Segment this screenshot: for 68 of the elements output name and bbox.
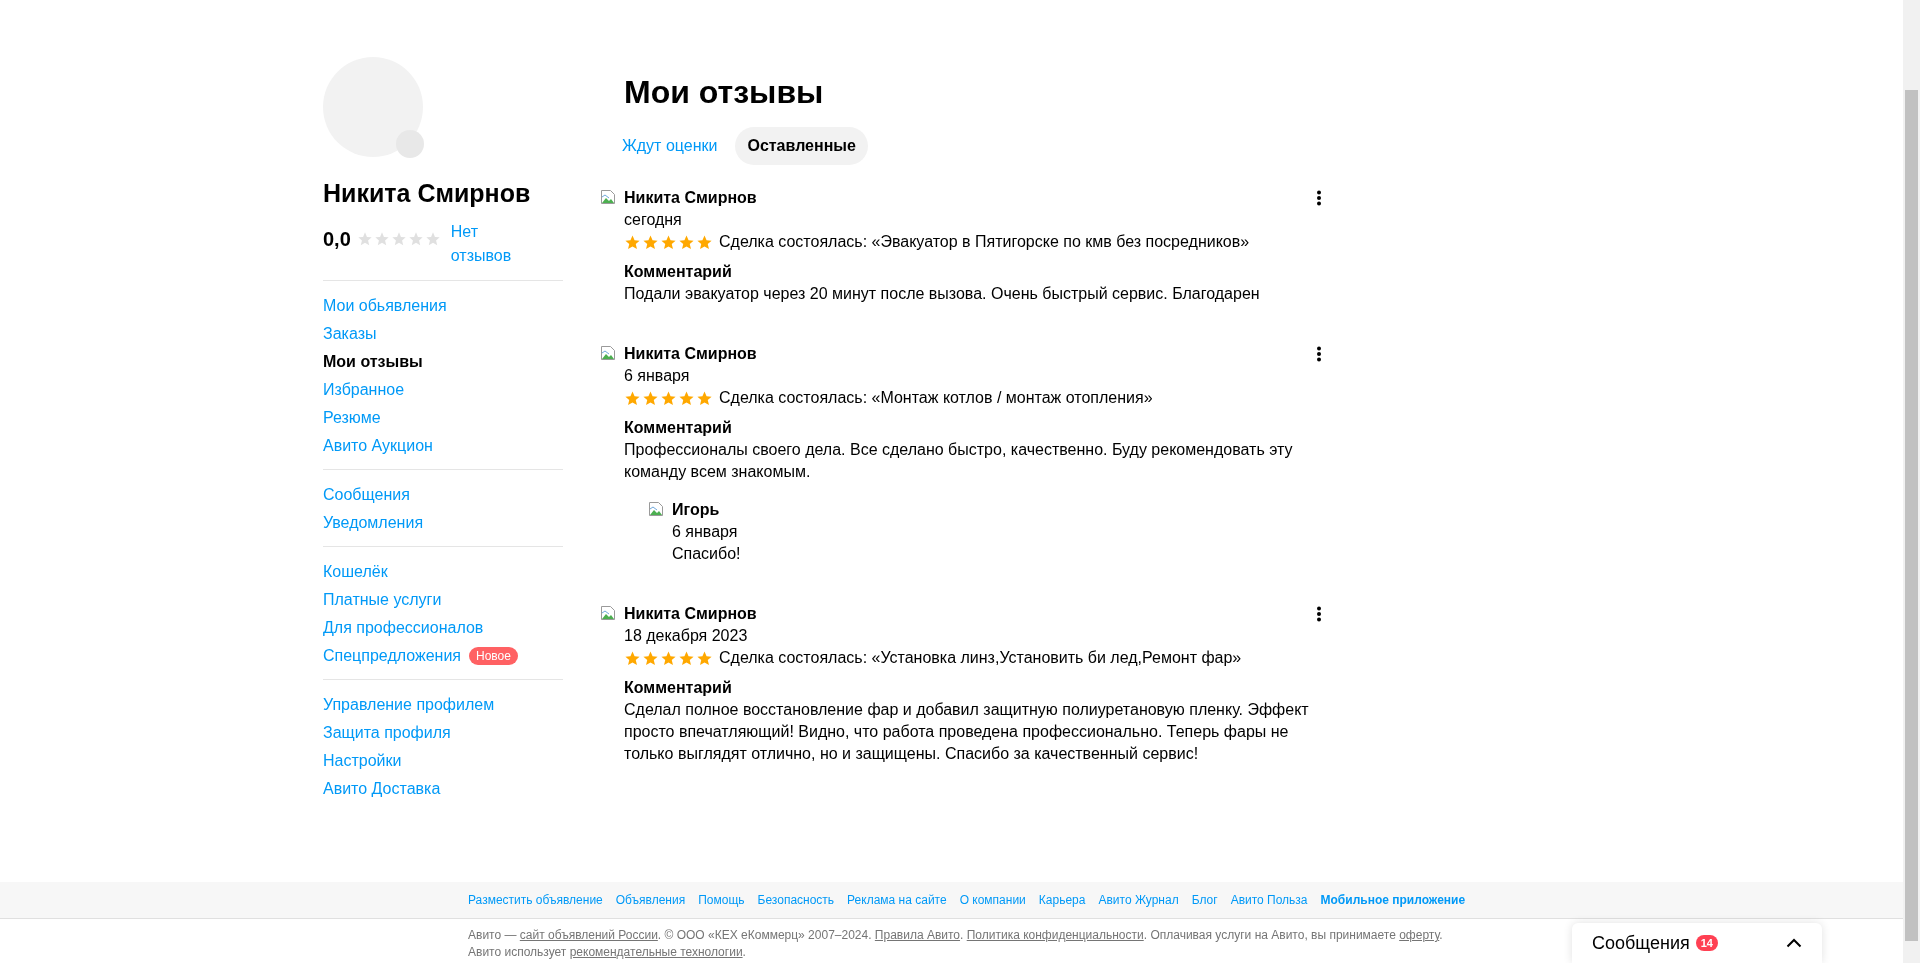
footer-link[interactable]: Авито Журнал	[1098, 893, 1179, 907]
deal-text: Сделка состоялась: «Монтаж котлов / монтаж отопления»	[719, 388, 1153, 408]
comment-text: Подали эвакуатор через 20 минут после вызова. Очень быстрый сервис. Благодарен	[624, 284, 1261, 304]
sidebar-item[interactable]: Управление профилем	[323, 694, 495, 716]
sidebar-item[interactable]: Сообщения	[323, 484, 410, 506]
tab[interactable]: Ждут оценки	[610, 127, 730, 165]
unread-count-badge: 14	[1695, 935, 1718, 951]
reply-author: Игорь	[672, 500, 721, 520]
footer-link[interactable]: Реклама на сайте	[847, 893, 947, 907]
sidebar-item[interactable]: Заказы	[323, 323, 377, 345]
comment-text: Профессионалы своего дела. Все сделано быстро, качественно. Буду рекомендовать эту команду всем знакомым.	[624, 440, 1294, 482]
comment-label: Комментарий	[624, 418, 733, 438]
footer-link[interactable]: Мобильное приложение	[1320, 893, 1466, 907]
legal-link[interactable]: рекомендательные технологии	[569, 945, 743, 959]
sidebar-item[interactable]: Избранное	[323, 379, 405, 401]
deal-text: Сделка состоялась: «Эвакуатор в Пятигорске по кмв без посредников»	[719, 232, 1250, 252]
sidebar-item[interactable]: Авито Доставка	[323, 778, 441, 800]
sidebar-item[interactable]: Мои отзывы	[323, 351, 423, 373]
sidebar-item[interactable]: Платные услуги	[323, 589, 442, 611]
footer-link[interactable]: Помощь	[698, 893, 745, 907]
review-date: сегодня	[624, 210, 683, 230]
reply-text: Спасибо!	[672, 544, 741, 564]
sidebar-item[interactable]: Для профессионалов	[323, 617, 484, 639]
sidebar-item[interactable]: Защита профиля	[323, 722, 451, 744]
copyright-text: Авито — сайт объявлений России. © ООО «КЕХ еКоммерц» 2007–2024. Правила Авито. Политика конфиденциальности. Оплачивая услуги на Авито, вы принимаете оферту. Авито использует рекомендательные технологии.	[468, 927, 1444, 961]
new-badge: Новое	[469, 647, 518, 665]
chevron-up-icon[interactable]	[1786, 938, 1802, 948]
review-author: Никита Смирнов	[624, 604, 757, 624]
sidebar-item[interactable]: Кошелёк	[323, 561, 388, 583]
comment-label: Комментарий	[624, 262, 733, 282]
broken-image-icon	[600, 605, 616, 621]
comment-label: Комментарий	[624, 678, 733, 698]
tab[interactable]: Оставленные	[735, 127, 868, 165]
messages-label: Сообщения	[1592, 932, 1690, 954]
broken-image-icon	[648, 501, 664, 517]
sidebar-item[interactable]: Мои обьявления	[323, 295, 447, 317]
footer-link[interactable]: Авито Польза	[1230, 893, 1308, 907]
comment-text: Сделал полное восстановление фар и добавил защитную полиуретановую пленку. Эффект просто впечатляющий! Видно, что работа проведена профессионально. Теперь фары не только выглядят отлично, но и защищены. Спасибо за качественный сервис!	[624, 700, 1310, 764]
footer-link[interactable]: Безопасность	[757, 893, 835, 907]
more-icon[interactable]	[1316, 346, 1322, 362]
sidebar-item[interactable]: Уведомления	[323, 512, 424, 534]
review-date: 6 января	[624, 366, 691, 386]
footer-link[interactable]: Разместить объявление	[468, 893, 603, 907]
more-icon[interactable]	[1316, 190, 1322, 206]
broken-image-icon	[600, 345, 616, 361]
scrollbar[interactable]	[1903, 0, 1920, 963]
sidebar-item[interactable]: Спецпредложения	[323, 645, 461, 667]
footer-link[interactable]: О компании	[959, 893, 1026, 907]
review-author: Никита Смирнов	[624, 344, 757, 364]
rating-value: 0,0	[323, 228, 351, 251]
messages-widget[interactable]: Сообщения 14	[1572, 923, 1822, 963]
sidebar-item[interactable]: Резюме	[323, 407, 381, 429]
more-icon[interactable]	[1316, 606, 1322, 622]
review-date: 18 декабря 2023	[624, 626, 749, 646]
broken-image-icon	[600, 189, 616, 205]
footer-link[interactable]: Карьера	[1038, 893, 1086, 907]
footer-link[interactable]: Блог	[1191, 893, 1218, 907]
page-title: Мои отзывы	[624, 73, 825, 111]
sidebar-item[interactable]: Авито Аукцион	[323, 435, 433, 457]
footer-link[interactable]: Объявления	[615, 893, 686, 907]
legal-link[interactable]: Политика конфиденциальности	[966, 928, 1144, 942]
profile-name: Никита Смирнов	[323, 179, 532, 208]
deal-text: Сделка состоялась: «Установка линз,Установить би лед,Ремонт фар»	[719, 648, 1242, 668]
reply-date: 6 января	[672, 522, 739, 542]
legal-link[interactable]: сайт объявлений России	[519, 928, 658, 942]
no-reviews-link[interactable]: Нет отзывов	[450, 220, 521, 268]
review-author: Никита Смирнов	[624, 188, 757, 208]
sidebar-item[interactable]: Настройки	[323, 750, 402, 772]
